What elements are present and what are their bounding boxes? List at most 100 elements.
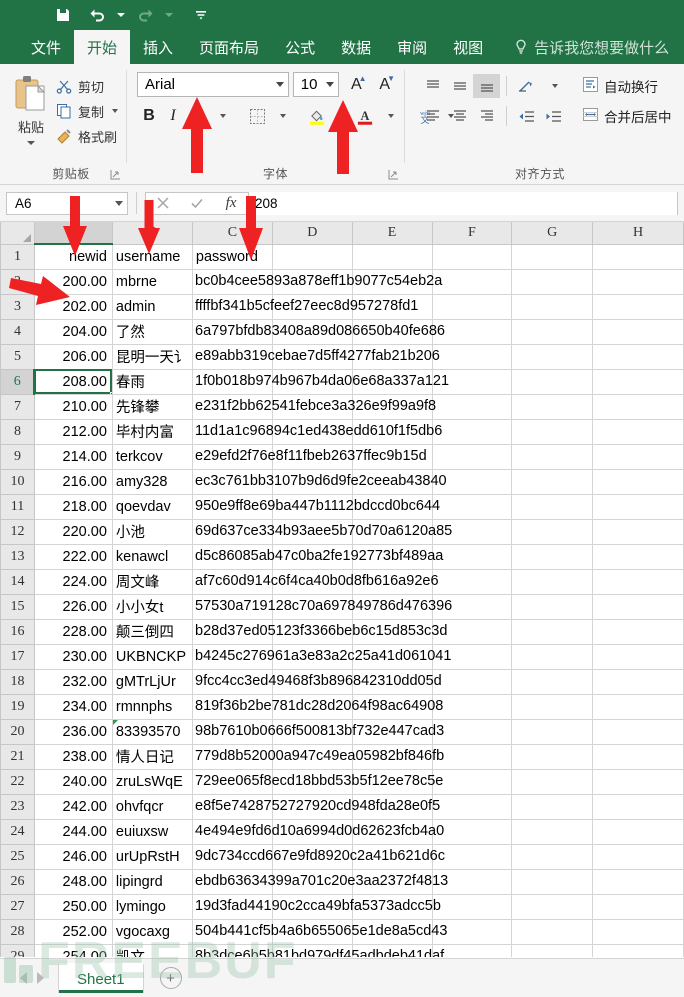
- cell-g3[interactable]: [511, 294, 594, 320]
- cell-d15[interactable]: [272, 594, 353, 620]
- cell-e27[interactable]: [352, 894, 433, 920]
- cell-d6[interactable]: [272, 369, 353, 395]
- cell-b7[interactable]: 先锋攀: [112, 394, 193, 420]
- cell-d21[interactable]: [272, 744, 353, 770]
- cell-a23[interactable]: 242.00: [34, 794, 113, 820]
- underline-dropdown-icon[interactable]: [209, 103, 233, 129]
- row-header-20[interactable]: 20: [0, 718, 35, 745]
- cell-f23[interactable]: [432, 794, 513, 820]
- cell-a3[interactable]: 202.00: [34, 294, 113, 320]
- cell-f3[interactable]: [432, 294, 513, 320]
- cell-g23[interactable]: [511, 794, 594, 820]
- fill-color-button[interactable]: [305, 103, 329, 129]
- cell-g18[interactable]: [511, 669, 594, 695]
- cell-g12[interactable]: [511, 519, 594, 545]
- cell-d10[interactable]: [272, 469, 353, 495]
- cell-c8[interactable]: [192, 419, 273, 445]
- cell-h11[interactable]: [592, 494, 684, 520]
- cell-e22[interactable]: [352, 769, 433, 795]
- cell-c9[interactable]: [192, 444, 273, 470]
- cell-e28[interactable]: [352, 919, 433, 945]
- column-header-b[interactable]: B: [111, 222, 193, 245]
- cell-b8[interactable]: 毕村内富: [112, 419, 193, 445]
- tab-view[interactable]: 视图: [440, 30, 496, 64]
- increase-indent-button[interactable]: [540, 104, 567, 128]
- cell-d2[interactable]: [272, 269, 353, 295]
- tab-insert[interactable]: 插入: [130, 30, 186, 64]
- bold-button[interactable]: B: [137, 103, 161, 129]
- cell-d7[interactable]: [272, 394, 353, 420]
- cell-a2[interactable]: 200.00: [34, 269, 113, 295]
- cell-c26[interactable]: [192, 869, 273, 895]
- cell-h26[interactable]: [592, 869, 684, 895]
- clipboard-dialog-launcher-icon[interactable]: [110, 169, 122, 181]
- next-sheet-icon[interactable]: [37, 972, 44, 984]
- format-painter-button[interactable]: 格式刷: [54, 125, 120, 147]
- column-header-f[interactable]: F: [431, 222, 513, 245]
- row-header-4[interactable]: 4: [0, 318, 35, 345]
- cell-b15[interactable]: 小小女t: [112, 594, 193, 620]
- cell-h9[interactable]: [592, 444, 684, 470]
- tab-data[interactable]: 数据: [328, 30, 384, 64]
- cell-h6[interactable]: [592, 369, 684, 395]
- cell-g21[interactable]: [511, 744, 594, 770]
- cell-g19[interactable]: [511, 694, 594, 720]
- cell-d16[interactable]: [272, 619, 353, 645]
- cell-e3[interactable]: [352, 294, 433, 320]
- cell-e6[interactable]: [352, 369, 433, 395]
- cell-d17[interactable]: [272, 644, 353, 670]
- row-header-7[interactable]: 7: [0, 393, 35, 420]
- cell-h16[interactable]: [592, 619, 684, 645]
- tab-formulas[interactable]: 公式: [272, 30, 328, 64]
- cell-f10[interactable]: [432, 469, 513, 495]
- cell-d23[interactable]: [272, 794, 353, 820]
- cell-h15[interactable]: [592, 594, 684, 620]
- cell-c10[interactable]: [192, 469, 273, 495]
- paste-dropdown-icon[interactable]: [26, 141, 35, 145]
- cell-c4[interactable]: [192, 319, 273, 345]
- cell-g10[interactable]: [511, 469, 594, 495]
- row-header-3[interactable]: 3: [0, 293, 35, 320]
- column-header-c[interactable]: C: [191, 222, 273, 245]
- cell-e19[interactable]: [352, 694, 433, 720]
- row-header-17[interactable]: 17: [0, 643, 35, 670]
- cell-a4[interactable]: 204.00: [34, 319, 113, 345]
- cell-d5[interactable]: [272, 344, 353, 370]
- cancel-formula-icon[interactable]: [146, 192, 180, 215]
- cell-f25[interactable]: [432, 844, 513, 870]
- align-top-button[interactable]: [419, 74, 446, 98]
- cell-f5[interactable]: [432, 344, 513, 370]
- orientation-dropdown-icon[interactable]: [540, 74, 567, 98]
- cell-e25[interactable]: [352, 844, 433, 870]
- row-header-1[interactable]: 1: [0, 243, 35, 270]
- cell-a8[interactable]: 212.00: [34, 419, 113, 445]
- cell-h12[interactable]: [592, 519, 684, 545]
- cell-d9[interactable]: [272, 444, 353, 470]
- undo-icon[interactable]: [80, 3, 114, 27]
- cell-c19[interactable]: [192, 694, 273, 720]
- column-header-a[interactable]: A: [33, 222, 113, 245]
- cell-c21[interactable]: [192, 744, 273, 770]
- formula-input[interactable]: 208: [249, 191, 677, 215]
- align-right-button[interactable]: [473, 104, 500, 128]
- cell-f13[interactable]: [432, 544, 513, 570]
- cell-c16[interactable]: [192, 619, 273, 645]
- cell-g7[interactable]: [511, 394, 594, 420]
- tab-page-layout[interactable]: 页面布局: [186, 30, 272, 64]
- cell-d25[interactable]: [272, 844, 353, 870]
- decrease-font-size-button[interactable]: A ▼: [374, 72, 396, 97]
- cell-c29[interactable]: [192, 944, 273, 957]
- cell-f19[interactable]: [432, 694, 513, 720]
- cell-a21[interactable]: 238.00: [34, 744, 113, 770]
- decrease-indent-button[interactable]: [513, 104, 540, 128]
- cell-d24[interactable]: [272, 819, 353, 845]
- row-header-14[interactable]: 14: [0, 568, 35, 595]
- cell-b1[interactable]: username: [112, 244, 193, 270]
- cell-f26[interactable]: [432, 869, 513, 895]
- font-color-dropdown-icon[interactable]: [377, 103, 401, 129]
- cell-c2[interactable]: [192, 269, 273, 295]
- cell-g8[interactable]: [511, 419, 594, 445]
- cell-g17[interactable]: [511, 644, 594, 670]
- cell-a12[interactable]: 220.00: [34, 519, 113, 545]
- cell-f28[interactable]: [432, 919, 513, 945]
